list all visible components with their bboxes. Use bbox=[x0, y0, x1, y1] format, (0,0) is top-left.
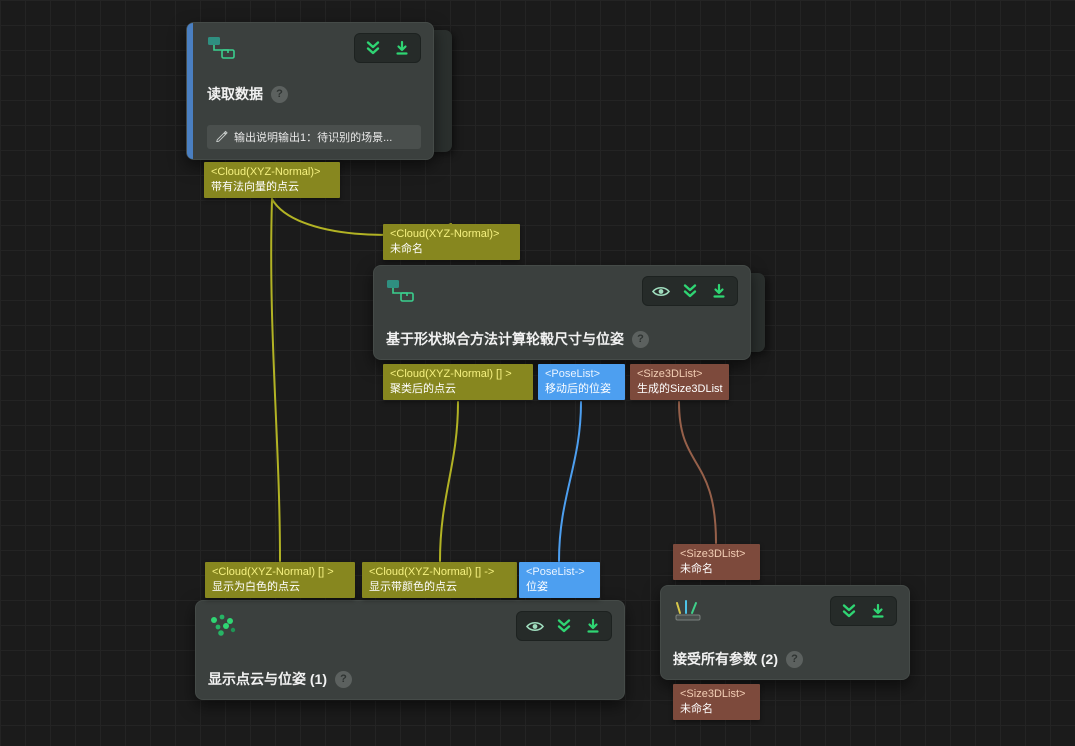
visibility-button[interactable] bbox=[525, 616, 545, 636]
help-badge[interactable]: ? bbox=[335, 671, 352, 688]
port-type-label: <Size3DList> bbox=[680, 547, 753, 562]
port-name-label: 生成的Size3DList bbox=[637, 382, 722, 397]
port-name-label: 未命名 bbox=[680, 562, 753, 577]
visibility-button[interactable] bbox=[651, 281, 671, 301]
node-title: 显示点云与位姿 (1) bbox=[208, 669, 327, 689]
port-type-label: <Cloud(XYZ-Normal) [] -> bbox=[369, 565, 510, 580]
port-type-label: <Cloud(XYZ-Normal) [] > bbox=[212, 565, 348, 580]
node-toolbar bbox=[516, 611, 612, 641]
connection-size3d-to-accept-input[interactable] bbox=[679, 402, 716, 543]
node-read-data[interactable]: 读取数据 ? 输出说明输出1：待识别的场景... bbox=[186, 22, 434, 160]
port-cloud-with-normals-out[interactable]: <Cloud(XYZ-Normal)> 带有法向量的点云 bbox=[204, 162, 340, 198]
double-chevron-down-icon bbox=[556, 618, 572, 634]
connection-clustered-to-colored-input[interactable] bbox=[440, 402, 458, 561]
download-result-button[interactable] bbox=[583, 616, 603, 636]
port-name-label: 带有法向量的点云 bbox=[211, 180, 333, 195]
double-chevron-down-icon bbox=[682, 283, 698, 299]
help-badge[interactable]: ? bbox=[271, 86, 288, 103]
collapse-button[interactable] bbox=[363, 38, 383, 58]
eye-icon bbox=[651, 284, 671, 299]
connection-cloud-to-white-cloud-input[interactable] bbox=[271, 199, 280, 561]
connection-pose-to-pose-input[interactable] bbox=[559, 402, 581, 561]
help-badge[interactable]: ? bbox=[632, 331, 649, 348]
port-name-label: 显示带颜色的点云 bbox=[369, 580, 510, 595]
node-toolbar bbox=[642, 276, 738, 306]
collapse-button[interactable] bbox=[554, 616, 574, 636]
double-chevron-down-icon bbox=[841, 603, 857, 619]
selection-bar bbox=[187, 23, 193, 159]
port-name-label: 位姿 bbox=[526, 580, 593, 595]
port-pose-in[interactable]: <PoseList-> 位姿 bbox=[519, 562, 600, 598]
port-size3d-in-unnamed[interactable]: <Size3DList> 未命名 bbox=[673, 544, 760, 580]
collapse-button[interactable] bbox=[839, 601, 859, 621]
port-type-label: <Size3DList> bbox=[637, 367, 722, 382]
port-type-label: <Cloud(XYZ-Normal)> bbox=[390, 227, 513, 242]
port-name-label: 未命名 bbox=[680, 702, 753, 717]
port-name-label: 移动后的位姿 bbox=[545, 382, 618, 397]
node-show-cloud-pose[interactable]: 显示点云与位姿 (1) ? bbox=[195, 600, 625, 700]
node-title: 接受所有参数 (2) bbox=[673, 649, 778, 669]
edit-pencil-icon bbox=[215, 129, 228, 145]
port-name-label: 聚类后的点云 bbox=[390, 382, 526, 397]
point-cloud-dots-icon bbox=[208, 613, 238, 639]
node-toolbar bbox=[830, 596, 897, 626]
port-size3d-out[interactable]: <Size3DList> 生成的Size3DList bbox=[630, 364, 729, 400]
node-title: 读取数据 bbox=[207, 84, 263, 104]
graph-canvas[interactable]: 读取数据 ? 输出说明输出1：待识别的场景... bbox=[0, 0, 1075, 746]
note-text: 输出说明输出1：待识别的场景... bbox=[234, 129, 392, 145]
port-type-label: <Cloud(XYZ-Normal) [] > bbox=[390, 367, 526, 382]
node-accept-params[interactable]: 接受所有参数 (2) ? bbox=[660, 585, 910, 680]
eye-icon bbox=[525, 619, 545, 634]
port-cloud-unnamed-in[interactable]: <Cloud(XYZ-Normal)> 未命名 bbox=[383, 224, 520, 260]
port-type-label: <PoseList> bbox=[545, 367, 618, 382]
port-size3d-out-unnamed[interactable]: <Size3DList> 未命名 bbox=[673, 684, 760, 720]
port-name-label: 显示为白色的点云 bbox=[212, 580, 348, 595]
port-name-label: 未命名 bbox=[390, 242, 513, 257]
receiver-icon bbox=[673, 598, 703, 624]
download-icon bbox=[711, 283, 727, 299]
port-colored-cloud-in[interactable]: <Cloud(XYZ-Normal) [] -> 显示带颜色的点云 bbox=[362, 562, 517, 598]
output-note-field[interactable]: 输出说明输出1：待识别的场景... bbox=[207, 125, 421, 149]
sitemap-icon bbox=[386, 278, 416, 304]
download-icon bbox=[585, 618, 601, 634]
port-type-label: <PoseList-> bbox=[526, 565, 593, 580]
download-result-button[interactable] bbox=[709, 281, 729, 301]
download-result-button[interactable] bbox=[868, 601, 888, 621]
node-title: 基于形状拟合方法计算轮毂尺寸与位姿 bbox=[386, 329, 624, 349]
node-toolbar bbox=[354, 33, 421, 63]
port-moved-pose-out[interactable]: <PoseList> 移动后的位姿 bbox=[538, 364, 625, 400]
port-clustered-cloud-out[interactable]: <Cloud(XYZ-Normal) [] > 聚类后的点云 bbox=[383, 364, 533, 400]
sitemap-icon bbox=[207, 35, 237, 61]
port-type-label: <Size3DList> bbox=[680, 687, 753, 702]
download-result-button[interactable] bbox=[392, 38, 412, 58]
download-icon bbox=[870, 603, 886, 619]
node-shape-fit[interactable]: 基于形状拟合方法计算轮毂尺寸与位姿 ? bbox=[373, 265, 751, 360]
port-type-label: <Cloud(XYZ-Normal)> bbox=[211, 165, 333, 180]
collapse-button[interactable] bbox=[680, 281, 700, 301]
download-icon bbox=[394, 40, 410, 56]
port-white-cloud-in[interactable]: <Cloud(XYZ-Normal) [] > 显示为白色的点云 bbox=[205, 562, 355, 598]
help-badge[interactable]: ? bbox=[786, 651, 803, 668]
double-chevron-down-icon bbox=[365, 40, 381, 56]
